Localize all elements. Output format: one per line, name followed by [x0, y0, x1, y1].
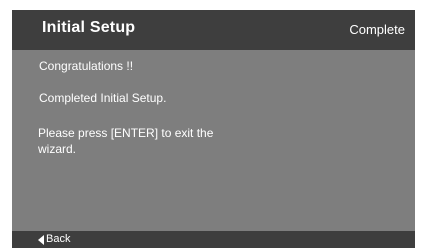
setup-wizard-window: Initial Setup Complete Congratulations !…	[12, 10, 415, 248]
back-label: Back	[46, 233, 71, 245]
back-button[interactable]: Back	[38, 233, 70, 246]
exit-instruction: Please press [ENTER] to exit the wizard.	[38, 126, 214, 156]
footer-bar: Back	[12, 231, 415, 248]
header-bar: Initial Setup Complete	[12, 10, 415, 50]
left-triangle-arrow-icon	[38, 234, 44, 245]
congratulations-message: Congratulations !!	[39, 59, 134, 73]
step-label: Complete	[349, 22, 405, 37]
page-title: Initial Setup	[42, 19, 136, 36]
completion-message: Completed Initial Setup.	[39, 91, 167, 105]
